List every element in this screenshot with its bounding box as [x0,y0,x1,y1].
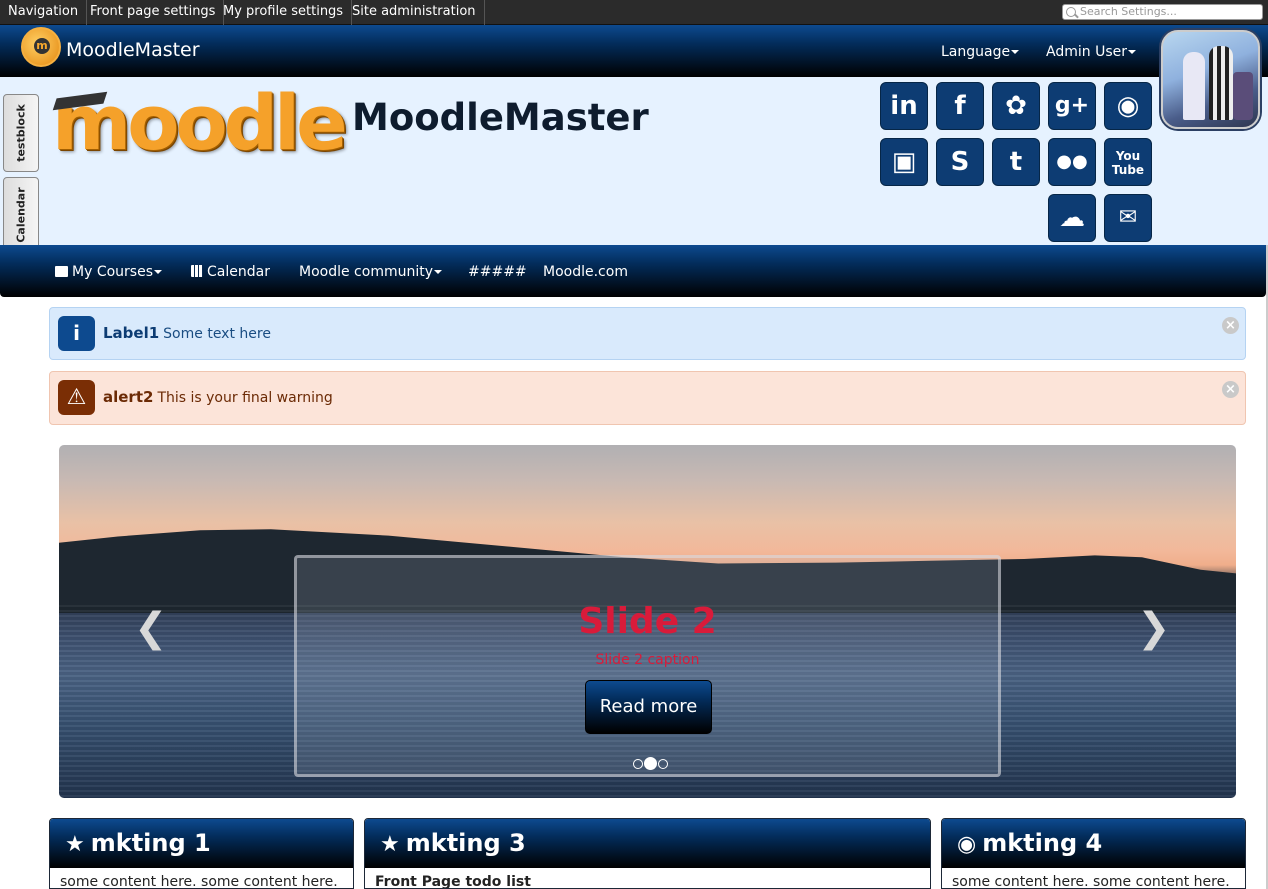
tumblr-icon[interactable]: t [992,138,1040,186]
chat-icon[interactable]: ✉ [1104,194,1152,242]
cloud-icon[interactable]: ☁ [1048,194,1096,242]
star-icon: ★ [65,832,85,857]
alert-message: This is your final warning [157,390,333,406]
moodle-badge-logo[interactable]: m [21,27,61,67]
nav-my-courses[interactable]: My Courses [55,264,162,280]
search-settings-input[interactable]: Search Settings... [1062,4,1263,20]
user-avatar[interactable] [1161,30,1260,129]
globe-icon: ◉ [957,832,977,857]
close-icon[interactable]: × [1222,381,1239,398]
facebook-icon[interactable]: f [936,82,984,130]
panel-title: mkting 4 [982,829,1103,857]
skype-icon[interactable]: S [936,138,984,186]
admin-bar: Navigation Front page settings My profil… [0,0,1268,25]
slide-title: Slide 2 [578,601,717,642]
info-alert: i Label1 Some text here × [49,307,1246,360]
alert-title: Label1 [103,324,160,342]
nav-moodle-community[interactable]: Moodle community [299,264,442,280]
youtube-icon[interactable]: You Tube [1104,138,1152,186]
linkedin-icon[interactable]: in [880,82,928,130]
googleplus-icon[interactable]: g+ [1048,82,1096,130]
alert-message: Some text here [163,326,271,342]
tab-site-administration[interactable]: Site administration [344,0,485,25]
caret-down-icon [1127,50,1136,54]
brand-link[interactable]: MoodleMaster [66,39,200,61]
caret-down-icon [434,270,442,274]
read-more-button[interactable]: Read more [585,680,712,734]
top-navbar: m MoodleMaster Language Admin User [0,25,1268,77]
globe-icon[interactable]: ◉ [1104,82,1152,130]
tab-my-profile-settings[interactable]: My profile settings [215,0,353,25]
dock-tab-label: Calendar [14,186,28,243]
site-header: moodle MoodleMaster in f ✿ g+ ◉ ▣ S t ●●… [0,77,1268,245]
user-name: Admin User [1046,44,1127,60]
panel-title: mkting 1 [90,829,211,857]
main-navbar: My Courses Calendar Moodle community ###… [0,245,1266,297]
info-icon: i [58,316,95,351]
user-menu[interactable]: Admin User [1046,44,1136,60]
dock-tab-label: testblock [14,104,28,162]
nav-hashes[interactable]: ##### [468,264,527,280]
next-slide-icon[interactable]: ❯ [1137,605,1171,651]
slide-indicators [633,753,669,772]
nav-moodle-com[interactable]: Moodle.com [543,264,628,280]
search-icon [1066,7,1076,17]
twitter-icon[interactable]: ✿ [992,82,1040,130]
calendar-icon [191,265,203,277]
marketing-panel-3: ★ mkting 3 Front Page todo list [364,818,931,889]
nav-calendar[interactable]: Calendar [191,264,270,280]
marketing-panel-4: ◉ mkting 4 some content here. some conten… [941,818,1246,889]
box-icon[interactable]: ▣ [880,138,928,186]
tab-front-page-settings[interactable]: Front page settings [82,0,225,25]
panel-title: mkting 3 [405,829,526,857]
prev-slide-icon[interactable]: ❮ [134,605,168,651]
search-placeholder: Search Settings... [1080,5,1177,18]
alert-title: alert2 [103,388,154,406]
briefcase-icon [55,266,68,277]
panel-content: some content here. some content here. [952,874,1230,889]
slide-caption: Slide 2 caption [595,652,700,668]
slide-indicator-3[interactable] [658,758,668,769]
tab-navigation[interactable]: Navigation [0,0,88,25]
site-title: MoodleMaster [352,96,649,139]
moodle-m-icon: m [34,38,50,54]
slide-indicator-2[interactable] [644,757,657,770]
slide-indicator-1[interactable] [633,758,643,769]
flickr-icon[interactable]: ●● [1048,138,1096,186]
dock-tab-calendar[interactable]: Calendar [3,177,39,252]
caret-down-icon [1011,50,1020,54]
marketing-panel-1: ★ mkting 1 some content here. some conten… [49,818,354,889]
moodle-logo[interactable]: moodle [52,83,348,163]
language-menu[interactable]: Language [941,44,1020,60]
caret-down-icon [154,270,162,274]
dock-tab-testblock[interactable]: testblock [3,94,39,172]
close-icon[interactable]: × [1222,317,1239,334]
panel-content: some content here. some content here. [60,874,338,889]
language-label: Language [941,44,1011,60]
warning-icon: ⚠ [58,380,95,415]
star-icon: ★ [380,832,400,857]
warning-alert: ⚠ alert2 This is your final warning × [49,371,1246,425]
panel-content: Front Page todo list [375,874,531,889]
slide-caption-box: Slide 2 Slide 2 caption Read more [294,555,1001,777]
